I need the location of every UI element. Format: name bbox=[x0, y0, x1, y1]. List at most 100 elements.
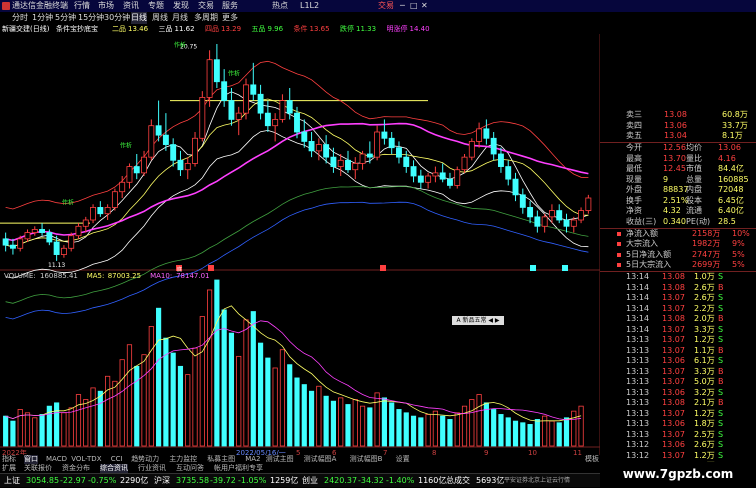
ask-volume: 33.7万 bbox=[722, 120, 748, 130]
tick-time: 13:13 bbox=[626, 366, 650, 376]
tick-side: B bbox=[718, 314, 724, 323]
candle-body bbox=[585, 197, 592, 211]
flow-bullet bbox=[617, 242, 621, 246]
indicator-tab[interactable]: MA2 bbox=[245, 455, 260, 464]
index-value: 2420.37 bbox=[324, 476, 358, 485]
tick-side: B bbox=[718, 282, 724, 292]
candle-body bbox=[476, 128, 483, 142]
period-tab-weekly[interactable]: 周线 bbox=[152, 12, 168, 24]
volume-bar bbox=[323, 395, 329, 447]
period-tab-monthly[interactable]: 月线 bbox=[172, 12, 188, 24]
close-icon[interactable]: ✕ bbox=[421, 0, 428, 12]
extension-tab[interactable]: 帐用户福利专享 bbox=[214, 464, 263, 473]
five-level-toggle-button[interactable]: A 新品五常 ◀ ▶ bbox=[452, 316, 504, 325]
ask-row[interactable]: 卖五 13.04 8.1万 bbox=[600, 131, 756, 142]
volume-bar bbox=[257, 342, 264, 447]
tick-time: 13:13 bbox=[626, 408, 650, 418]
trade-account-button[interactable]: 交易 bbox=[378, 0, 394, 12]
maximize-icon[interactable]: □ bbox=[410, 0, 418, 12]
extension-tab[interactable]: 行业资讯 bbox=[138, 464, 166, 473]
menu-item-hot[interactable]: 热点 bbox=[272, 0, 288, 12]
app-logo-icon bbox=[2, 2, 10, 10]
volume-bar bbox=[498, 414, 504, 447]
candle-body bbox=[454, 169, 461, 186]
tick-price: 13.07 bbox=[662, 377, 685, 386]
menu-item-market[interactable]: 市场 bbox=[98, 0, 114, 12]
indicator-tab[interactable]: 窗口 bbox=[24, 455, 38, 464]
tick-price: 13.07 bbox=[662, 345, 685, 355]
indicator-tab[interactable]: 测试主图 bbox=[266, 455, 294, 464]
extension-tab[interactable]: 资金分布 bbox=[62, 464, 90, 473]
volume-bar bbox=[185, 374, 191, 447]
period-tab-30min[interactable]: 30分钟 bbox=[104, 12, 130, 24]
candle-body bbox=[126, 166, 133, 183]
stat-label: 最高 bbox=[626, 153, 642, 163]
extension-tab[interactable]: 关联报价 bbox=[24, 464, 52, 473]
template-tab[interactable]: 模板 bbox=[585, 455, 599, 464]
menu-item-l1l2[interactable]: L1L2 bbox=[300, 0, 319, 12]
period-tab-1min[interactable]: 1分钟 bbox=[32, 12, 53, 24]
stat-value: 160885 bbox=[718, 174, 749, 184]
extension-tab[interactable]: 扩展 bbox=[2, 464, 16, 473]
tick-time: 13:12 bbox=[626, 440, 650, 449]
candle-body bbox=[24, 232, 31, 240]
stat-value: 13.70 bbox=[663, 153, 686, 163]
candle-body bbox=[301, 131, 308, 142]
tick-row: 13:14 13.08 2.0万 B bbox=[600, 314, 756, 325]
indicator-tab[interactable]: 主力监控 bbox=[169, 455, 197, 464]
candle-body bbox=[417, 175, 424, 183]
tick-price: 13.07 bbox=[662, 303, 685, 313]
ma-legend-label: 跌停 bbox=[340, 25, 354, 33]
ma-legend-value: 11.33 bbox=[356, 25, 377, 33]
kline-chart[interactable]: 17.0016.0015.0014.0013.0012.0011.0020.75… bbox=[0, 34, 600, 457]
indicator-tab[interactable]: 指标 bbox=[2, 455, 16, 464]
tick-row: 13:14 13.07 2.2万 S bbox=[600, 304, 756, 315]
indicator-tab[interactable]: VOL-TDX bbox=[71, 455, 101, 464]
extension-tab[interactable]: 综合资讯 bbox=[100, 464, 128, 473]
menu-item-quotes[interactable]: 行情 bbox=[74, 0, 90, 12]
ma-legend-value: 14.40 bbox=[409, 25, 430, 33]
capital-flow-row: 5日大宗流入 2699万 5% bbox=[600, 260, 756, 271]
tick-time: 13:14 bbox=[626, 282, 650, 292]
indicator-tab[interactable]: 设置 bbox=[396, 455, 410, 464]
indicator-tab[interactable]: 私募主图 bbox=[207, 455, 235, 464]
volume-bar bbox=[381, 397, 387, 447]
ask-volume: 8.1万 bbox=[722, 131, 743, 140]
candle-body bbox=[403, 156, 410, 167]
menu-item-news[interactable]: 资讯 bbox=[123, 0, 139, 12]
menu-item-topics[interactable]: 专题 bbox=[148, 0, 164, 12]
tick-side: S bbox=[718, 387, 724, 397]
tick-volume: 1.0万 bbox=[694, 272, 715, 281]
indicator-tab[interactable]: MACD bbox=[46, 455, 67, 464]
volume-bar bbox=[221, 309, 227, 447]
indicator-tab[interactable]: CCI bbox=[111, 455, 123, 464]
period-tab-multi[interactable]: 多周期 bbox=[194, 12, 218, 24]
indicator-tab[interactable]: 测试幅图A bbox=[304, 455, 337, 464]
tick-row: 13:14 13.08 1.0万 S bbox=[600, 272, 756, 283]
minimize-icon[interactable]: ─ bbox=[400, 0, 405, 12]
period-tab-timeshare[interactable]: 分时 bbox=[12, 12, 28, 24]
tick-time: 13:13 bbox=[626, 345, 650, 355]
period-tab-15min[interactable]: 15分钟 bbox=[78, 12, 104, 24]
flow-value: 2158万 bbox=[692, 228, 721, 238]
volume-bar bbox=[294, 377, 300, 447]
period-tab-more[interactable]: 更多 bbox=[222, 12, 238, 24]
ask-row[interactable]: 卖四 13.06 33.7万 bbox=[600, 121, 756, 132]
index-percent: -0.75% bbox=[88, 476, 117, 485]
ask-row[interactable]: 卖三 13.08 60.8万 bbox=[600, 110, 756, 121]
volume-bar bbox=[105, 375, 111, 447]
indicator-name[interactable]: 条件宝抄底宝 bbox=[56, 24, 98, 34]
menu-item-trade[interactable]: 交易 bbox=[198, 0, 214, 12]
tick-time: 13:13 bbox=[626, 377, 650, 386]
quote-panel: 卖三 13.08 60.8万 卖四 13.06 33.7万 卖五 13.04 8.1万 今开 12.… bbox=[600, 110, 756, 470]
candle-body bbox=[578, 210, 585, 221]
menu-item-discover[interactable]: 发现 bbox=[173, 0, 189, 12]
ask-price: 13.06 bbox=[664, 120, 687, 130]
indicator-tab[interactable]: 测试幅图B bbox=[350, 455, 383, 464]
menu-item-service[interactable]: 服务 bbox=[222, 0, 238, 12]
period-tab-daily[interactable]: 日线 bbox=[131, 12, 147, 24]
tick-row: 13:13 13.07 2.5万 S bbox=[600, 430, 756, 441]
indicator-tab[interactable]: 趋势动力 bbox=[131, 455, 159, 464]
extension-tab[interactable]: 互动问答 bbox=[176, 464, 204, 473]
period-tab-5min[interactable]: 5分钟 bbox=[55, 12, 76, 24]
